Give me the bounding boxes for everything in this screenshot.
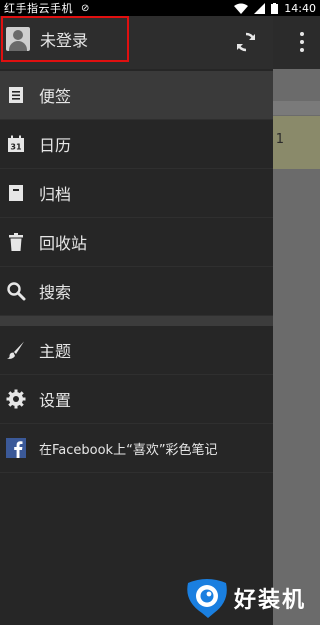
gear-icon	[6, 389, 26, 409]
menu-item-label: 日历	[39, 136, 72, 155]
menu-item-label: 归档	[39, 185, 72, 204]
account-label: 未登录	[40, 31, 89, 50]
menu-item-label: 便签	[39, 87, 72, 106]
account-login-button[interactable]: 未登录	[1, 16, 129, 62]
facebook-icon	[6, 438, 26, 458]
menu-item-label: 搜索	[39, 283, 72, 302]
signal-icon	[254, 2, 266, 14]
avatar-icon	[6, 27, 30, 51]
drawer-header: 未登录	[0, 16, 273, 69]
wifi-icon	[234, 3, 249, 14]
menu-divider	[0, 316, 273, 326]
menu-item-archive[interactable]: 归档	[0, 169, 273, 218]
trash-icon	[9, 233, 23, 251]
drawer-menu: 便签 31 日历 归档 回收站 搜索 主题 设置 在Facebook上“喜欢”彩…	[0, 71, 273, 473]
search-icon	[7, 282, 26, 301]
menu-item-facebook-like[interactable]: 在Facebook上“喜欢”彩色笔记	[0, 424, 273, 473]
archive-icon	[9, 185, 23, 201]
menu-item-trash[interactable]: 回收站	[0, 218, 273, 267]
svg-text:31: 31	[10, 143, 22, 152]
status-time: 14:40	[284, 1, 316, 15]
sync-icon[interactable]	[234, 30, 258, 54]
menu-item-notes[interactable]: 便签	[0, 71, 273, 120]
menu-item-label: 回收站	[39, 234, 88, 253]
watermark-text: 好装机	[234, 588, 307, 613]
note-card-text: 1	[275, 132, 284, 147]
navigation-drawer: 未登录 便签 31 日历 归档 回收站 搜索 主题 设置 在Facebook上“…	[0, 16, 273, 625]
menu-item-calendar[interactable]: 31 日历	[0, 120, 273, 169]
note-icon	[9, 87, 23, 103]
menu-item-label: 在Facebook上“喜欢”彩色笔记	[39, 442, 218, 458]
calendar-icon: 31	[8, 135, 24, 152]
status-carrier: 红手指云手机	[4, 2, 73, 15]
menu-item-theme[interactable]: 主题	[0, 326, 273, 375]
menu-item-label: 设置	[39, 391, 72, 410]
sync-status-icon: ⊘	[81, 2, 90, 14]
menu-item-settings[interactable]: 设置	[0, 375, 273, 424]
overflow-menu-icon[interactable]	[292, 30, 312, 54]
status-bar: 红手指云手机 ⊘ 14:40	[0, 0, 320, 16]
battery-icon	[271, 2, 279, 14]
menu-item-search[interactable]: 搜索	[0, 267, 273, 316]
brush-icon	[7, 341, 24, 359]
watermark-logo-icon	[187, 579, 227, 618]
watermark: 好装机	[184, 577, 306, 619]
menu-item-label: 主题	[39, 342, 72, 361]
